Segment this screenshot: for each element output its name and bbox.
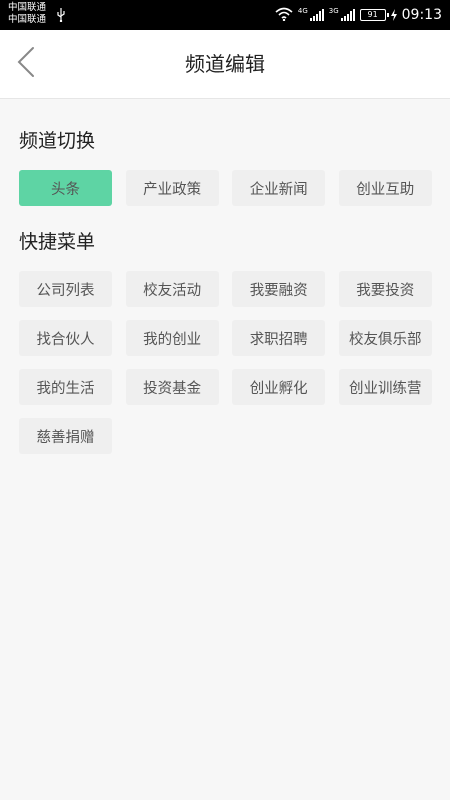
- shortcut-tag-alumni-activities[interactable]: 校友活动: [125, 271, 219, 307]
- channel-switch-title: 频道切换: [19, 130, 96, 152]
- carrier-2: 中国联通: [8, 14, 47, 25]
- battery-icon: 91: [359, 9, 389, 21]
- signal-icon: [309, 6, 324, 25]
- shortcut-tag-invest[interactable]: 我要投资: [338, 271, 432, 307]
- network-label-1: 4G: [297, 7, 308, 15]
- shortcut-tag-jobs[interactable]: 求职招聘: [232, 320, 326, 356]
- carrier-info: 中国联通 中国联通: [8, 2, 46, 26]
- page-title: 频道编辑: [185, 52, 265, 76]
- shortcut-tag-investment-fund[interactable]: 投资基金: [125, 369, 219, 405]
- shortcut-tag-find-partner[interactable]: 找合伙人: [19, 320, 112, 356]
- shortcut-menu-grid: 公司列表 校友活动 我要融资 我要投资 找合伙人 我的创业 求职招聘 校友俱乐部…: [19, 271, 432, 454]
- wifi-icon: [275, 6, 293, 25]
- channel-tag-startup-mutual-aid[interactable]: 创业互助: [338, 170, 432, 206]
- usb-icon: [56, 7, 66, 26]
- back-button[interactable]: [8, 44, 44, 84]
- shortcut-tag-incubation[interactable]: 创业孵化: [232, 369, 326, 405]
- chevron-left-icon: [16, 46, 36, 82]
- shortcut-tag-bootcamp[interactable]: 创业训练营: [338, 369, 432, 405]
- status-bar: 中国联通 中国联通 4G 3G 91 09:13: [0, 0, 450, 30]
- status-icons: 4G 3G 91 09:13: [275, 0, 442, 30]
- channel-tag-headlines[interactable]: 头条: [19, 170, 112, 206]
- shortcut-menu-title: 快捷菜单: [19, 231, 96, 253]
- shortcut-tag-raise-funding[interactable]: 我要融资: [232, 271, 326, 307]
- shortcut-tag-my-startup[interactable]: 我的创业: [125, 320, 219, 356]
- shortcut-tag-alumni-club[interactable]: 校友俱乐部: [338, 320, 432, 356]
- shortcut-tag-my-life[interactable]: 我的生活: [19, 369, 112, 405]
- carrier-1: 中国联通: [8, 2, 47, 13]
- shortcut-tag-charity[interactable]: 慈善捐赠: [19, 418, 112, 454]
- channel-switch-grid: 头条 产业政策 企业新闻 创业互助: [19, 170, 432, 206]
- signal-icon: [340, 6, 355, 25]
- clock: 09:13: [401, 7, 442, 23]
- channel-tag-industry-policy[interactable]: 产业政策: [125, 170, 219, 206]
- charging-icon: [390, 6, 397, 25]
- header-bar: 频道编辑: [0, 30, 450, 99]
- shortcut-tag-company-list[interactable]: 公司列表: [19, 271, 112, 307]
- network-label-2: 3G: [328, 7, 339, 15]
- channel-tag-enterprise-news[interactable]: 企业新闻: [232, 170, 326, 206]
